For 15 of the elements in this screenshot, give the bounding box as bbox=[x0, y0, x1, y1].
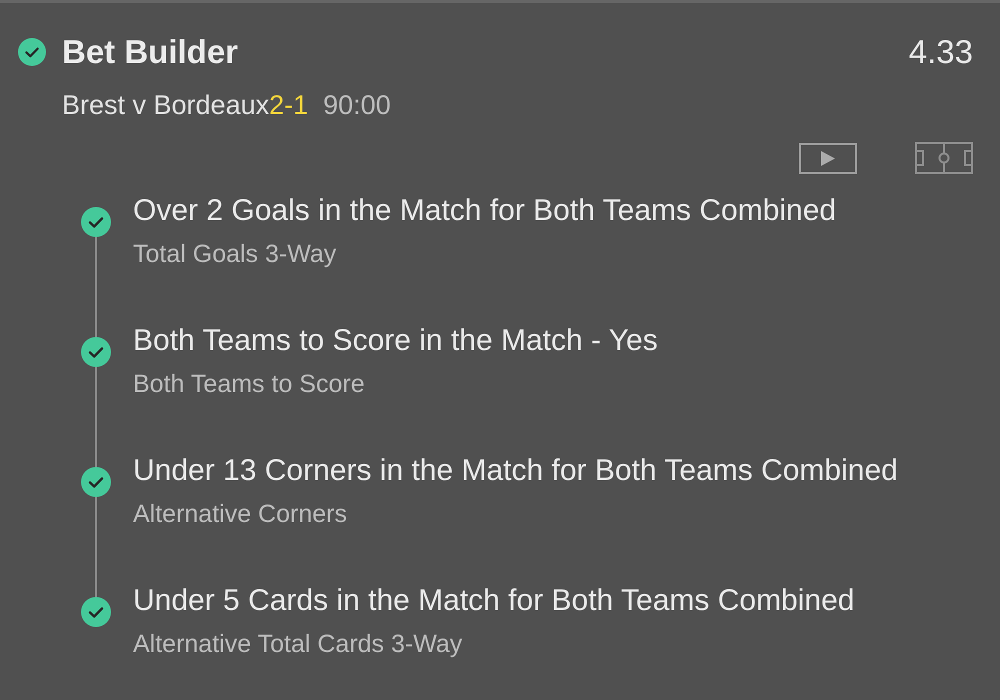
match-clock: 90:00 bbox=[323, 90, 391, 120]
market-name: Total Goals 3-Way bbox=[133, 239, 338, 269]
market-name: Alternative Corners bbox=[133, 499, 348, 529]
selection-title: Both Teams to Score in the Match - Yes bbox=[133, 323, 658, 359]
odds-value: 4.33 bbox=[908, 35, 973, 69]
pitch-icon[interactable] bbox=[915, 142, 973, 174]
selection-title: Under 13 Corners in the Match for Both Teams Combined bbox=[133, 453, 898, 489]
match-name: Brest v Bordeaux bbox=[62, 90, 270, 120]
market-name: Alternative Total Cards 3-Way bbox=[133, 629, 464, 659]
bet-title: Bet Builder bbox=[62, 35, 238, 69]
market-name: Both Teams to Score bbox=[133, 369, 366, 399]
selection-title: Under 5 Cards in the Match for Both Teams Combined bbox=[133, 583, 854, 619]
video-play-icon[interactable] bbox=[799, 142, 857, 174]
selection-title: Over 2 Goals in the Match for Both Teams Combined bbox=[133, 193, 836, 229]
match-score: 2-1 bbox=[269, 90, 308, 120]
